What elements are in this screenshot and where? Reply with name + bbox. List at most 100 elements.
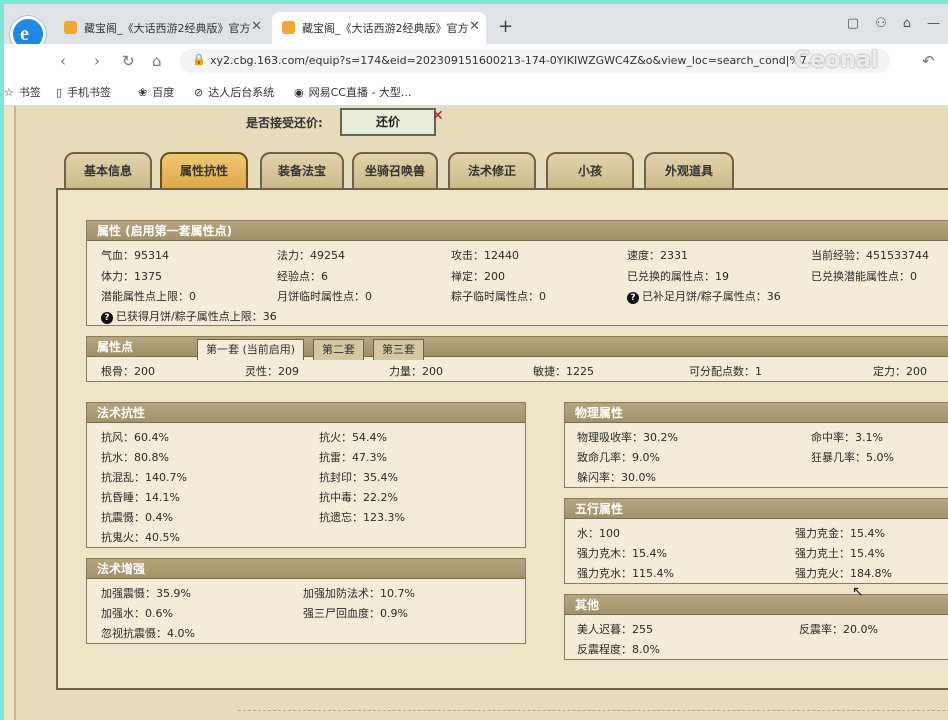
resist-value: 抗鬼火：40.5% [101, 531, 180, 544]
physical-value: 躲闪率：30.0% [577, 471, 656, 484]
attributes-box: 属性 (启用第一套属性点) 气血：95314 法力：49254 攻击：12440… [86, 220, 948, 326]
tab-set-3[interactable]: 第三套 [373, 339, 424, 360]
point-value: 可分配点数：1 [689, 365, 762, 378]
tab-child[interactable]: 小孩 [546, 152, 634, 188]
resist-value: 抗震慑：0.4% [101, 511, 173, 524]
bookmark-item[interactable]: ▯ 手机书签 [56, 84, 111, 100]
point-value: 根骨：200 [101, 365, 155, 378]
bookmark-item[interactable]: ☆ 书签 [4, 84, 41, 100]
tab-set-2[interactable]: 第二套 [313, 339, 364, 360]
resist-value: 抗火：54.4% [319, 431, 387, 444]
new-tab-button[interactable]: + [498, 16, 513, 37]
shirt-icon[interactable]: ⌂ [903, 16, 911, 31]
five-value: 强力克金：15.4% [795, 527, 885, 540]
five-value: 强力克土：15.4% [795, 547, 885, 560]
watermark: Ceonal [794, 48, 879, 73]
physical-box: 物理属性 物理吸收率：30.2% 命中率：3.1% 致命几率：9.0% 狂暴几率… [564, 402, 948, 488]
attr-value: 攻击：12440 [451, 249, 519, 262]
tab-spell-mod[interactable]: 法术修正 [448, 152, 536, 188]
lock-icon: 🔒 [192, 53, 206, 66]
resist-value: 抗混乱：140.7% [101, 471, 187, 484]
mobile-icon: ▯ [56, 86, 63, 99]
undo-icon[interactable]: ↶ [922, 52, 935, 70]
resist-value: 抗封印：35.4% [319, 471, 398, 484]
tab-equipment[interactable]: 装备法宝 [260, 152, 344, 188]
tab-basic-info[interactable]: 基本信息 [64, 152, 152, 188]
bargain-button[interactable]: 还价 [340, 108, 436, 136]
attr-value: 潜能属性点上限：0 [101, 290, 196, 303]
other-value: 反震率：20.0% [799, 623, 878, 636]
address-bar[interactable]: 🔒 xy2.cbg.163.com/equip?s=174&eid=202309… [180, 49, 890, 73]
tab-set-1[interactable]: 第一套 (当前启用) [197, 339, 305, 360]
tab-title: 藏宝阁_《大话西游2经典版》官方 [84, 22, 251, 35]
browser-tab-1[interactable]: 藏宝阁_《大话西游2经典版》官方 ✕ [54, 12, 268, 44]
attr-value: 法力：49254 [277, 249, 345, 262]
bookmarks-bar: ☆ 书签 ▯ 手机书签 ❀ 百度 ⊘ 达人后台系统 ◉ 网易CC直播 - 大型... [4, 78, 948, 106]
bookmark-item[interactable]: ❀ 百度 [138, 84, 174, 100]
tab-close-icon[interactable]: ✕ [469, 19, 480, 34]
resist-value: 抗风：60.4% [101, 431, 169, 444]
question-icon[interactable]: ? [101, 312, 113, 324]
bargain-label: 是否接受还价: [246, 116, 323, 130]
boost-value: 加强加防法术：10.7% [303, 587, 415, 600]
boost-title: 法术增强 [87, 559, 525, 579]
attr-note: ? 已补足月饼/粽子属性点：36 [627, 288, 781, 304]
back-icon[interactable]: ‹ [60, 52, 66, 70]
attributes-title: 属性 (启用第一套属性点) [87, 221, 948, 241]
attr-value: 禅定：200 [451, 270, 505, 283]
tab-bar: e 藏宝阁_《大话西游2经典版》官方 ✕ 藏宝阁_《大话西游2经典版》官方 ✕ … [4, 4, 948, 52]
physical-value: 狂暴几率：5.0% [811, 451, 894, 464]
bookmark-item[interactable]: ◉ 网易CC直播 - 大型... [294, 84, 411, 100]
browser-tab-2[interactable]: 藏宝阁_《大话西游2经典版》官方 ✕ [272, 12, 486, 44]
other-value: 美人迟暮：255 [577, 623, 653, 636]
attr-value: 体力：1375 [101, 270, 162, 283]
physical-value: 致命几率：9.0% [577, 451, 660, 464]
tab-close-icon[interactable]: ✕ [251, 19, 262, 34]
home-icon[interactable]: ⌂ [152, 52, 162, 70]
attr-value: 已兑换潜能属性点：0 [811, 270, 917, 283]
five-value: 强力克水：115.4% [577, 567, 674, 580]
tab-favicon-icon [282, 21, 295, 34]
close-icon: ✕ [432, 108, 444, 124]
sidebar-icon[interactable]: ▢ [847, 16, 859, 31]
browser-window: e 藏宝阁_《大话西游2经典版》官方 ✕ 藏宝阁_《大话西游2经典版》官方 ✕ … [0, 0, 948, 720]
attr-value: 当前经验：451533744 [811, 249, 929, 262]
five-elements-box: 五行属性 水：100 强力克金：15.4% 强力克木：15.4% 强力克土：15… [564, 498, 948, 584]
resist-value: 抗昏睡：14.1% [101, 491, 180, 504]
physical-title: 物理属性 [565, 403, 948, 423]
reload-icon[interactable]: ↻ [122, 52, 135, 70]
five-title: 五行属性 [565, 499, 948, 519]
physical-value: 命中率：3.1% [811, 431, 883, 444]
page-inner: 是否接受还价: 还价 ✕ 基本信息 属性抗性 装备法宝 坐骑召唤兽 法术修正 小… [14, 106, 948, 720]
tab-attributes[interactable]: 属性抗性 [160, 152, 248, 188]
resist-value: 抗中毒：22.2% [319, 491, 398, 504]
tab-favicon-icon [64, 21, 77, 34]
question-icon[interactable]: ? [627, 292, 639, 304]
point-value: 敏捷：1225 [533, 365, 594, 378]
attributes-panel: 属性 (启用第一套属性点) 气血：95314 法力：49254 攻击：12440… [56, 188, 948, 690]
point-value: 定力：200 [873, 365, 927, 378]
tab-title: 藏宝阁_《大话西游2经典版》官方 [302, 22, 469, 35]
mouse-cursor-icon: ↖ [852, 584, 864, 600]
spell-boost-box: 法术增强 加强震慑：35.9% 加强加防法术：10.7% 加强水：0.6% 强三… [86, 558, 526, 644]
forward-icon[interactable]: › [94, 52, 100, 70]
boost-value: 加强水：0.6% [101, 607, 173, 620]
bookmark-item[interactable]: ⊘ 达人后台系统 [194, 84, 274, 100]
resist-title: 法术抗性 [87, 403, 525, 423]
other-box: 其他 美人迟暮：255 反震率：20.0% 反震程度：8.0% [564, 594, 948, 660]
attr-value: 经验点：6 [277, 270, 328, 283]
baidu-icon: ❀ [138, 86, 148, 99]
tab-mount-pets[interactable]: 坐骑召唤兽 [352, 152, 438, 188]
minimize-icon[interactable]: — [927, 16, 940, 31]
boost-value: 加强震慑：35.9% [101, 587, 191, 600]
tab-appearance[interactable]: 外观道具 [644, 152, 734, 188]
divider [238, 710, 948, 711]
games-icon[interactable]: ⚇ [875, 16, 887, 31]
attr-value: 粽子临时属性点：0 [451, 290, 546, 303]
five-value: 水：100 [577, 527, 620, 540]
spell-resist-box: 法术抗性 抗风：60.4% 抗火：54.4% 抗水：80.8% 抗雷：47.3%… [86, 402, 526, 548]
resist-value: 抗水：80.8% [101, 451, 169, 464]
attr-note: ? 已获得月饼/粽子属性点上限：36 [101, 308, 277, 324]
cc-icon: ◉ [294, 86, 304, 99]
physical-value: 物理吸收率：30.2% [577, 431, 678, 444]
